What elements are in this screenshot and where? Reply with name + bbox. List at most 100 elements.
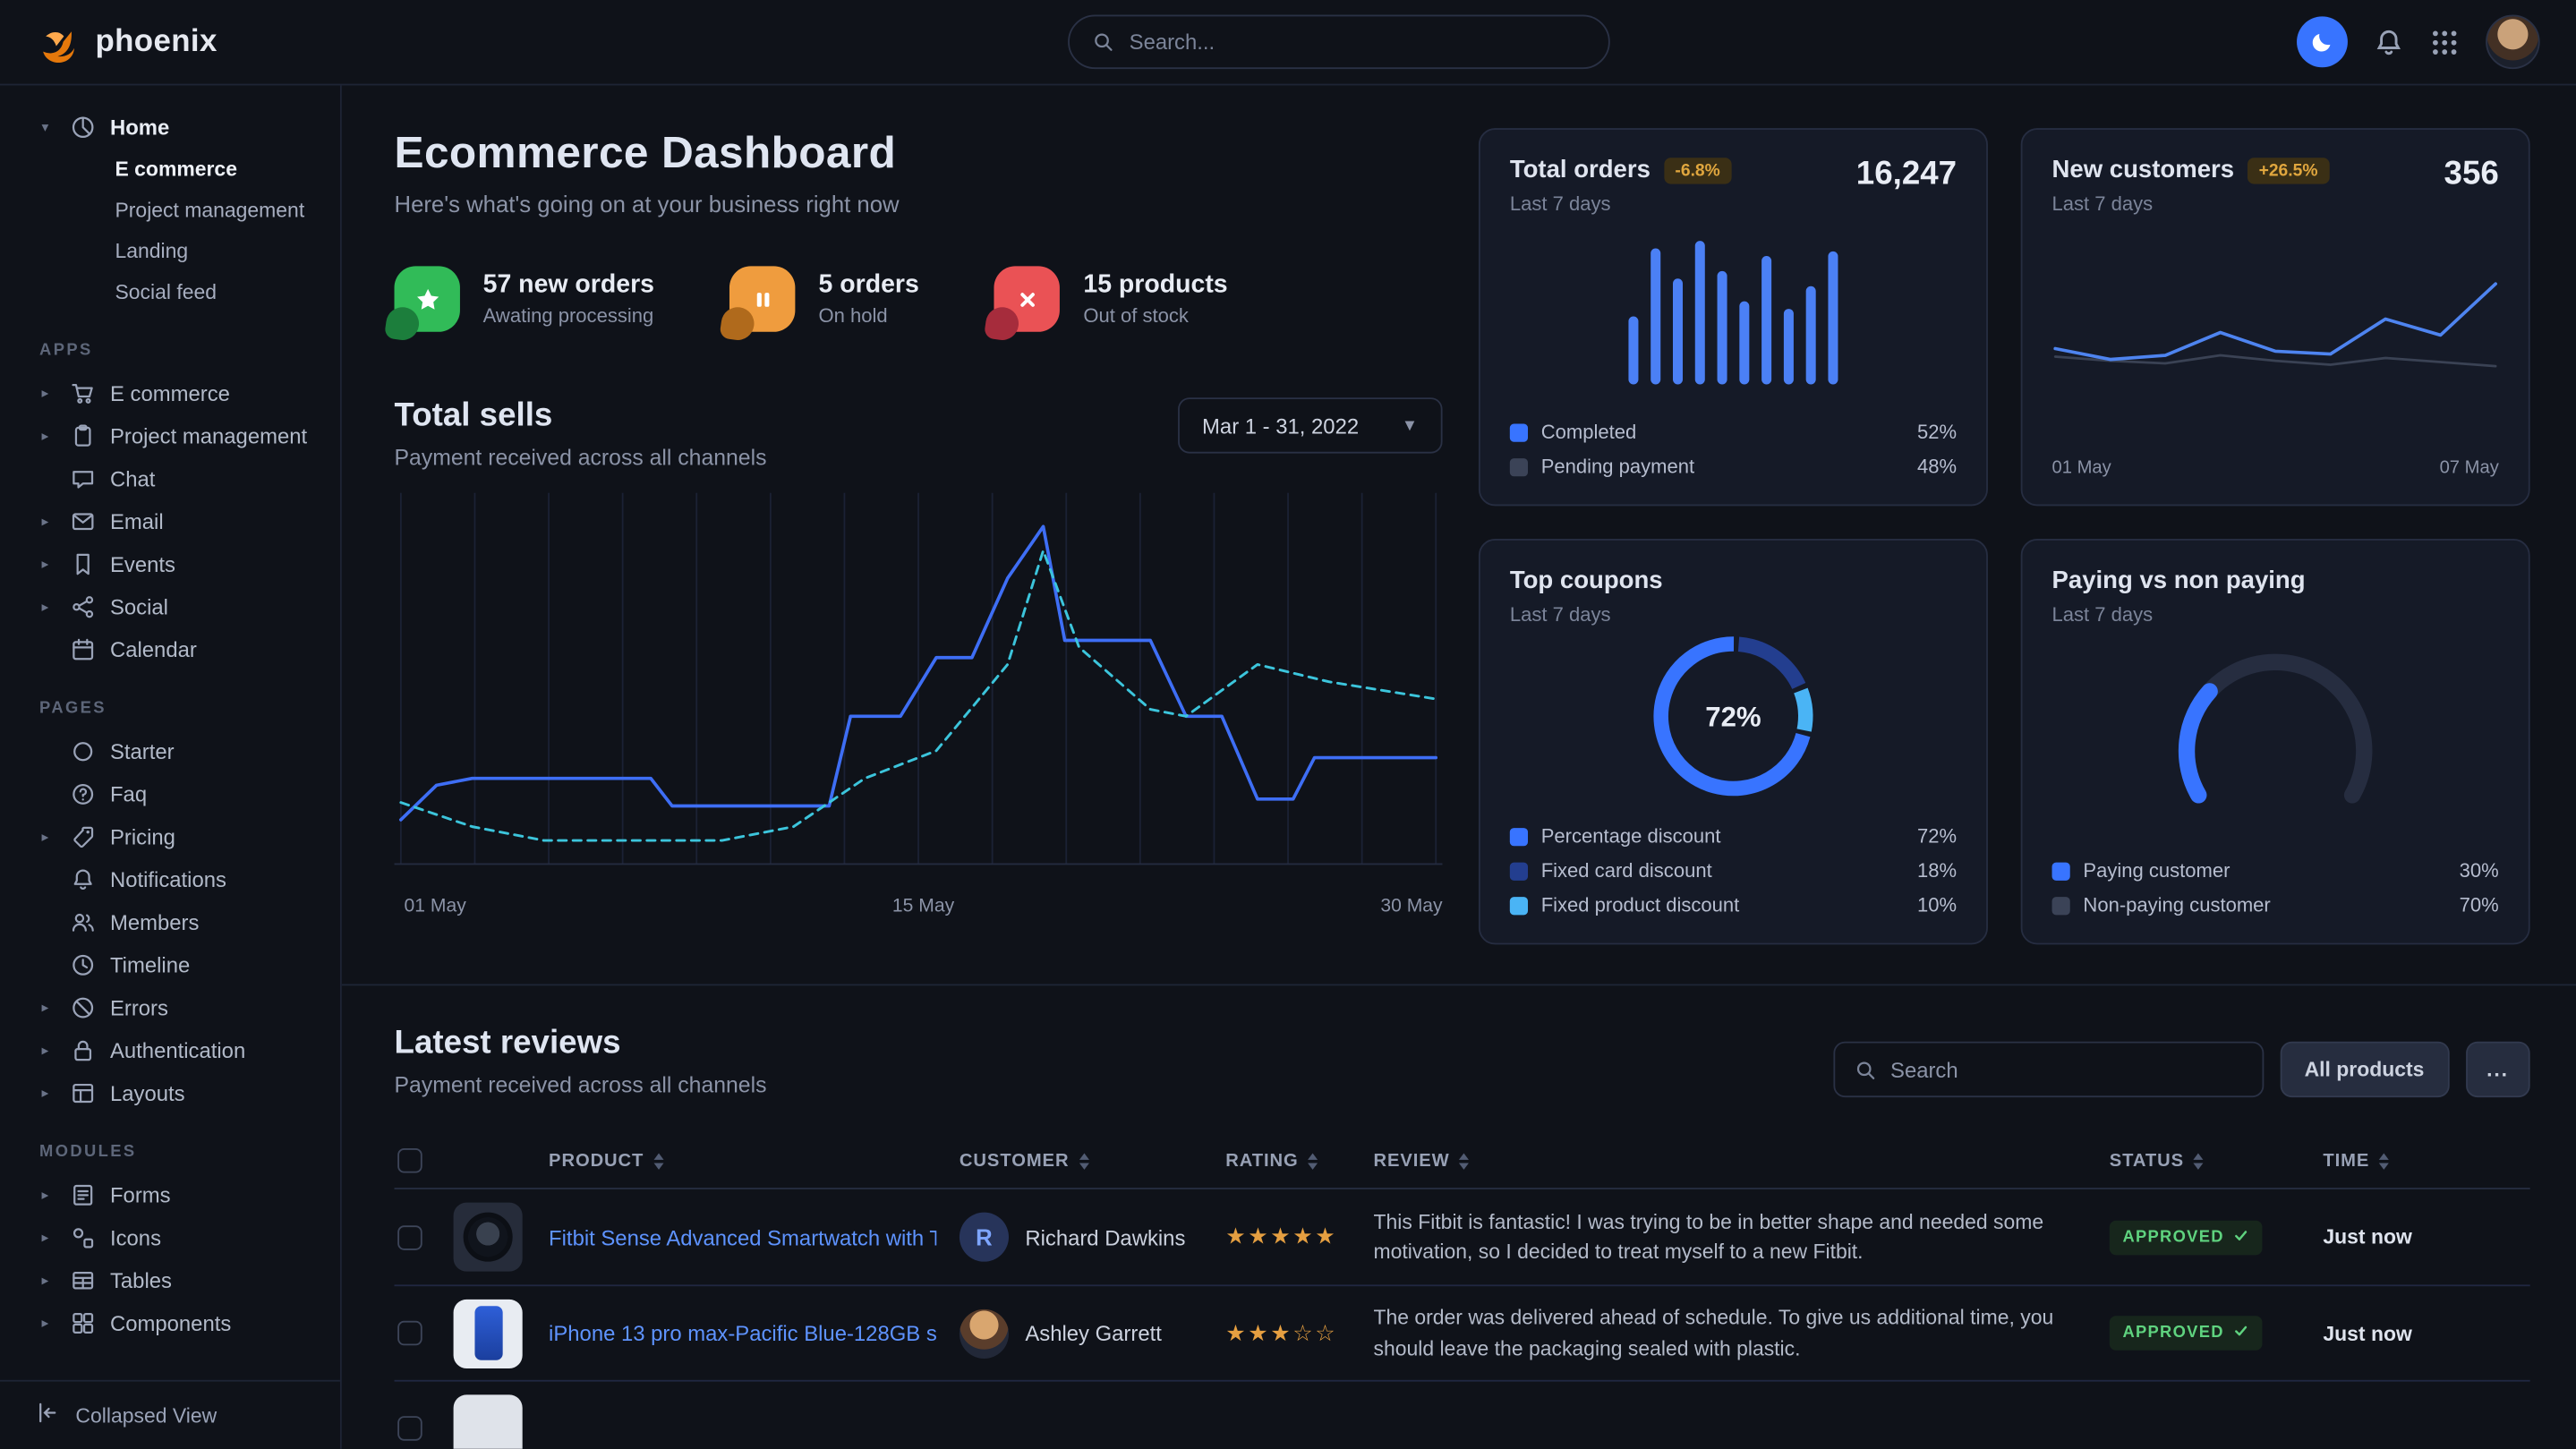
x-axis-label: 01 May	[2052, 458, 2111, 478]
sidebar-item-starter[interactable]: Starter	[0, 729, 340, 772]
sidebar-item-label: Tables	[110, 1267, 172, 1292]
legend-item: Pending payment48%	[1510, 455, 1957, 478]
sidebar-item-social[interactable]: ▸Social	[0, 584, 340, 627]
topbar: phoenix	[0, 0, 2576, 85]
card-paying-vs-non-paying: Paying vs non payingLast 7 daysPaying cu…	[2021, 539, 2530, 944]
main-content: Ecommerce Dashboard Here's what's going …	[342, 85, 2576, 1448]
date-range-select[interactable]: Mar 1 - 31, 2022 ▼	[1178, 397, 1443, 453]
caret-right-icon: ▸	[36, 384, 54, 402]
sidebar-item-email[interactable]: ▸Email	[0, 499, 340, 542]
caret-right-icon: ▸	[36, 1041, 54, 1059]
column-header-time[interactable]: TIME	[2323, 1151, 2529, 1171]
card-title: Paying vs non paying	[2052, 567, 2306, 594]
latest-reviews-title: Latest reviews	[395, 1025, 767, 1062]
sidebar-item-project-management[interactable]: Project management	[0, 189, 340, 230]
stat-caption: Out of stock	[1083, 304, 1227, 328]
row-checkbox[interactable]	[397, 1224, 422, 1249]
caret-right-icon: ▸	[36, 1084, 54, 1102]
sidebar-item-chat[interactable]: Chat	[0, 456, 340, 499]
sidebar-item-layouts[interactable]: ▸Layouts	[0, 1071, 340, 1114]
grid-icon	[2430, 27, 2460, 56]
sidebar-item-label: Email	[110, 508, 164, 533]
sidebar-item-label: Pricing	[110, 824, 175, 849]
more-actions-button[interactable]: ...	[2465, 1042, 2529, 1097]
sidebar: ▾HomeE commerceProject managementLanding…	[0, 85, 342, 1448]
error-icon	[69, 993, 95, 1019]
row-checkbox[interactable]	[397, 1321, 422, 1346]
sidebar-item-icons[interactable]: ▸Icons	[0, 1215, 340, 1258]
sidebar-item-label: Chat	[110, 465, 155, 490]
table-icon	[69, 1266, 95, 1292]
page-title: Ecommerce Dashboard	[395, 128, 1443, 179]
collapsed-view-toggle[interactable]: Collapsed View	[0, 1380, 340, 1449]
legend-swatch	[2052, 862, 2070, 880]
brand[interactable]: phoenix	[36, 20, 217, 64]
sidebar-item-label: Forms	[110, 1182, 171, 1207]
stat-caption: On hold	[819, 304, 919, 328]
column-header-rating[interactable]: RATING	[1225, 1151, 1373, 1171]
app-root: phoenix ▾HomeE commerceProject managemen…	[0, 0, 2576, 1449]
bell-icon	[69, 865, 95, 891]
sidebar-item-project-management[interactable]: ▸Project management	[0, 414, 340, 457]
sidebar-item-e-commerce[interactable]: ▸E commerce	[0, 371, 340, 414]
card-title: New customers	[2052, 156, 2235, 183]
delta-badge: +26.5%	[2248, 157, 2330, 183]
sidebar-item-e-commerce[interactable]: E commerce	[0, 148, 340, 189]
sidebar-item-tables[interactable]: ▸Tables	[0, 1258, 340, 1301]
product-link[interactable]: Fitbit Sense Advanced Smartwatch with To…	[549, 1224, 936, 1249]
user-avatar[interactable]	[2486, 15, 2540, 70]
x-axis-label: 30 May	[1096, 897, 1443, 916]
column-header-customer[interactable]: CUSTOMER	[960, 1151, 1225, 1171]
date-range-value: Mar 1 - 31, 2022	[1202, 413, 1359, 439]
sidebar-item-forms[interactable]: ▸Forms	[0, 1173, 340, 1216]
global-search[interactable]	[1069, 15, 1611, 70]
brand-name: phoenix	[95, 24, 217, 60]
caret-down-icon: ▾	[36, 117, 54, 135]
sidebar-section-pages: PAGES	[0, 670, 340, 729]
card-chart: 72%	[1510, 626, 1957, 806]
sidebar-item-landing[interactable]: Landing	[0, 230, 340, 271]
select-all-checkbox[interactable]	[397, 1148, 422, 1173]
legend-item: Completed52%	[1510, 421, 1957, 444]
sidebar-item-timeline[interactable]: Timeline	[0, 943, 340, 986]
sidebar-item-pricing[interactable]: ▸Pricing	[0, 814, 340, 857]
circle-icon	[69, 737, 95, 763]
row-checkbox[interactable]	[397, 1416, 422, 1441]
sidebar-item-label: Starter	[110, 738, 175, 763]
sidebar-item-events[interactable]: ▸Events	[0, 542, 340, 585]
rating-stars: ★★★☆☆	[1225, 1320, 1373, 1346]
global-search-input[interactable]	[1130, 30, 1586, 55]
theme-toggle-button[interactable]	[2297, 16, 2348, 67]
legend-value: 70%	[2460, 894, 2499, 917]
dashboard-overview: Ecommerce Dashboard Here's what's going …	[395, 128, 1443, 944]
sidebar-item-members[interactable]: Members	[0, 900, 340, 943]
reviews-search-input[interactable]	[1890, 1057, 2242, 1082]
reviews-search[interactable]	[1833, 1042, 2264, 1097]
latest-reviews-section: Latest reviews Payment received across a…	[395, 985, 2530, 1449]
sidebar-item-notifications[interactable]: Notifications	[0, 857, 340, 900]
rating-stars: ★★★★★	[1225, 1223, 1373, 1249]
sidebar-item-home[interactable]: ▾Home	[0, 105, 340, 148]
sidebar-item-errors[interactable]: ▸Errors	[0, 985, 340, 1028]
notifications-button[interactable]	[2374, 27, 2403, 56]
sidebar-item-calendar[interactable]: Calendar	[0, 627, 340, 670]
star-filled-icon: ★	[1270, 1320, 1292, 1345]
cart-icon	[69, 379, 95, 405]
card-chart	[2052, 215, 2499, 451]
all-products-button[interactable]: All products	[2280, 1042, 2449, 1097]
total-sells-x-labels: 01 May15 May30 May	[395, 897, 1443, 916]
review-time: Just now	[2323, 1225, 2529, 1249]
apps-grid-button[interactable]	[2430, 27, 2460, 56]
column-header-review[interactable]: REVIEW	[1373, 1151, 2109, 1171]
sidebar-item-social-feed[interactable]: Social feed	[0, 271, 340, 312]
product-link[interactable]: iPhone 13 pro max-Pacific Blue-128GB sto…	[549, 1321, 936, 1346]
column-header-status[interactable]: STATUS	[2110, 1151, 2324, 1171]
sidebar-item-authentication[interactable]: ▸Authentication	[0, 1028, 340, 1071]
column-header-product[interactable]: PRODUCT	[454, 1151, 960, 1171]
legend-item: Paying customer30%	[2052, 859, 2499, 882]
card-total-orders: Total orders-6.8%Last 7 days16,247Comple…	[1479, 128, 1988, 506]
timeline-icon	[69, 951, 95, 977]
sidebar-item-faq[interactable]: Faq	[0, 772, 340, 815]
sidebar-item-components[interactable]: ▸Components	[0, 1301, 340, 1344]
card-legend: Paying customer30%Non-paying customer70%	[2052, 848, 2499, 916]
